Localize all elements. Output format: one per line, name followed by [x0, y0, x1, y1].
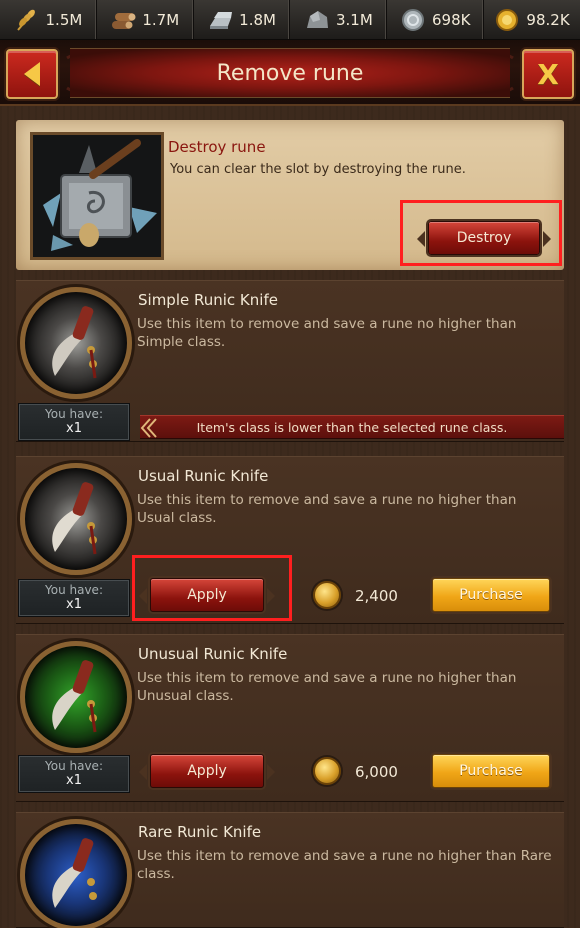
chevron-left-icon: [140, 418, 157, 438]
resource-stone[interactable]: 3.1M: [290, 0, 388, 39]
apply-button[interactable]: Apply: [139, 754, 275, 788]
resource-gold-value: 98.2K: [526, 10, 570, 29]
runic-knife-icon: [52, 838, 97, 908]
gold-coin-icon: [313, 757, 341, 785]
item-price: 2,400: [355, 587, 398, 605]
destroy-rune-title: Destroy rune: [168, 138, 266, 156]
item-description: Use this item to remove and save a rune …: [137, 492, 517, 526]
item-name: Simple Runic Knife: [138, 291, 278, 309]
item-card-unusual-runic-knife: Unusual Runic Knife Use this item to rem…: [16, 634, 564, 802]
hammer-icon: [43, 139, 157, 251]
close-icon: X: [537, 57, 559, 91]
back-button[interactable]: [6, 49, 58, 99]
item-image-usual-runic-knife: [20, 463, 132, 575]
you-have-label: You have:: [45, 759, 103, 773]
runic-knife-icon: [52, 482, 97, 555]
resource-wheat[interactable]: 1.5M: [0, 0, 97, 39]
resource-wheat-value: 1.5M: [45, 10, 83, 29]
class-warning-bar: Item's class is lower than the selected …: [140, 415, 564, 439]
gold-coin-icon: [496, 8, 519, 31]
item-name: Rare Runic Knife: [138, 823, 262, 841]
item-image-rare-runic-knife: [20, 819, 132, 928]
item-image-unusual-runic-knife: [20, 641, 132, 753]
you-have-label: You have:: [45, 407, 103, 421]
silver-icon: [401, 8, 424, 31]
purchase-button[interactable]: Purchase: [432, 578, 550, 612]
rune-hammer-image: [30, 132, 164, 260]
you-have-label: You have:: [45, 583, 103, 597]
stone-icon: [307, 10, 328, 28]
item-card-simple-runic-knife: Simple Runic Knife Use this item to remo…: [16, 280, 564, 442]
apply-button[interactable]: Apply: [139, 578, 275, 612]
rune-removal-list: Destroy rune You can clear the slot by d…: [0, 106, 580, 928]
you-have-quantity: x1: [66, 597, 82, 612]
item-image-simple-runic-knife: [20, 287, 132, 399]
destroy-rune-card: Destroy rune You can clear the slot by d…: [16, 120, 564, 270]
resource-silver[interactable]: 698K: [387, 0, 485, 39]
you-have-quantity: x1: [66, 773, 82, 788]
back-arrow-icon: [24, 62, 40, 86]
you-have-box: You have: x1: [18, 579, 130, 617]
class-warning-text: Item's class is lower than the selected …: [196, 419, 508, 435]
you-have-box: You have: x1: [18, 755, 130, 793]
resource-wood[interactable]: 1.7M: [97, 0, 194, 39]
purchase-button[interactable]: Purchase: [432, 754, 550, 788]
item-card-rare-runic-knife: Rare Runic Knife Use this item to remove…: [16, 812, 564, 928]
wood-logs-icon: [112, 12, 136, 29]
item-card-usual-runic-knife: Usual Runic Knife Use this item to remov…: [16, 456, 564, 624]
resource-iron[interactable]: 1.8M: [194, 0, 291, 39]
resource-gold[interactable]: 98.2K: [484, 0, 580, 39]
item-name: Usual Runic Knife: [138, 467, 269, 485]
wheat-icon: [16, 9, 35, 31]
close-button[interactable]: X: [522, 49, 574, 99]
runic-knife-icon: [52, 306, 97, 379]
header-bar: Remove rune X: [0, 40, 580, 106]
gold-coin-icon: [313, 581, 341, 609]
page-title: Remove rune: [70, 48, 510, 98]
resource-stone-value: 3.1M: [336, 10, 373, 29]
item-description: Use this item to remove and save a rune …: [137, 848, 552, 882]
you-have-box: You have: x1: [18, 403, 130, 441]
destroy-button[interactable]: Destroy: [417, 221, 551, 255]
resource-silver-value: 698K: [431, 10, 471, 29]
resource-bar: 1.5M 1.7M 1.8M 3.1M 698K 98.2K: [0, 0, 580, 40]
resource-iron-value: 1.8M: [239, 10, 276, 29]
item-price: 6,000: [355, 763, 398, 781]
resource-wood-value: 1.7M: [142, 10, 180, 29]
you-have-quantity: x1: [66, 421, 82, 436]
item-description: Use this item to remove and save a rune …: [137, 670, 517, 704]
item-name: Unusual Runic Knife: [138, 645, 288, 663]
destroy-rune-description: You can clear the slot by destroying the…: [170, 162, 466, 177]
item-description: Use this item to remove and save a rune …: [137, 316, 517, 350]
iron-ingot-icon: [210, 11, 233, 29]
runic-knife-icon: [52, 660, 97, 733]
